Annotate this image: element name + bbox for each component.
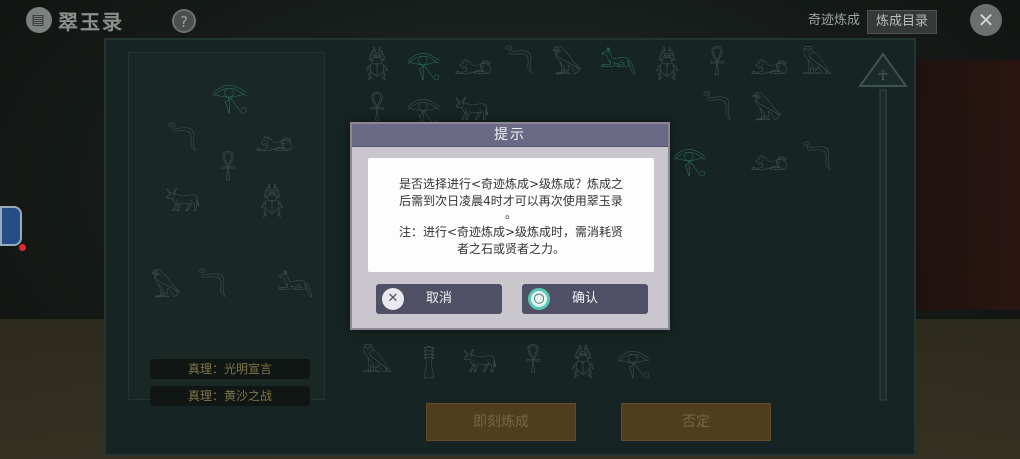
- confirm-label: 确认: [571, 291, 598, 306]
- confirm-dialog: 提示 是否选择进行<奇迹炼成>级炼成？炼成之 后需到次日凌晨4时才可以再次使用翠…: [350, 122, 670, 330]
- app-title: 翠玉录: [58, 9, 124, 34]
- dialog-title: 提示: [352, 124, 668, 147]
- tab-craft-catalog[interactable]: 炼成目录: [867, 10, 938, 34]
- close-icon: ✕: [977, 8, 995, 32]
- notification-dot: [19, 244, 26, 251]
- cancel-x-icon: ✕: [382, 288, 404, 310]
- dialog-message: 是否选择进行<奇迹炼成>级炼成？炼成之 后需到次日凌晨4时才可以再次使用翠玉录 …: [368, 158, 654, 272]
- tab-miracle-craft[interactable]: 奇迹炼成: [800, 10, 868, 32]
- app-logo: ▤ 翠玉录: [26, 6, 124, 34]
- dialog-note: 注：进行<奇迹炼成>级炼成时，需消耗贤: [398, 225, 624, 239]
- close-button[interactable]: ✕: [970, 4, 1002, 36]
- side-shield-icon[interactable]: [0, 206, 22, 246]
- cancel-label: 取消: [425, 291, 452, 306]
- dialog-line: 是否选择进行<奇迹炼成>级炼成？炼成之: [398, 177, 624, 191]
- confirm-button[interactable]: ○ 确认: [522, 284, 648, 314]
- book-icon: ▤: [26, 7, 52, 33]
- dialog-note: 者之石或贤者之力。: [456, 242, 565, 256]
- dialog-line: 。: [504, 207, 517, 221]
- help-button[interactable]: ?: [172, 9, 196, 33]
- confirm-circle-icon: ○: [528, 288, 550, 310]
- cancel-button[interactable]: ✕ 取消: [376, 284, 502, 314]
